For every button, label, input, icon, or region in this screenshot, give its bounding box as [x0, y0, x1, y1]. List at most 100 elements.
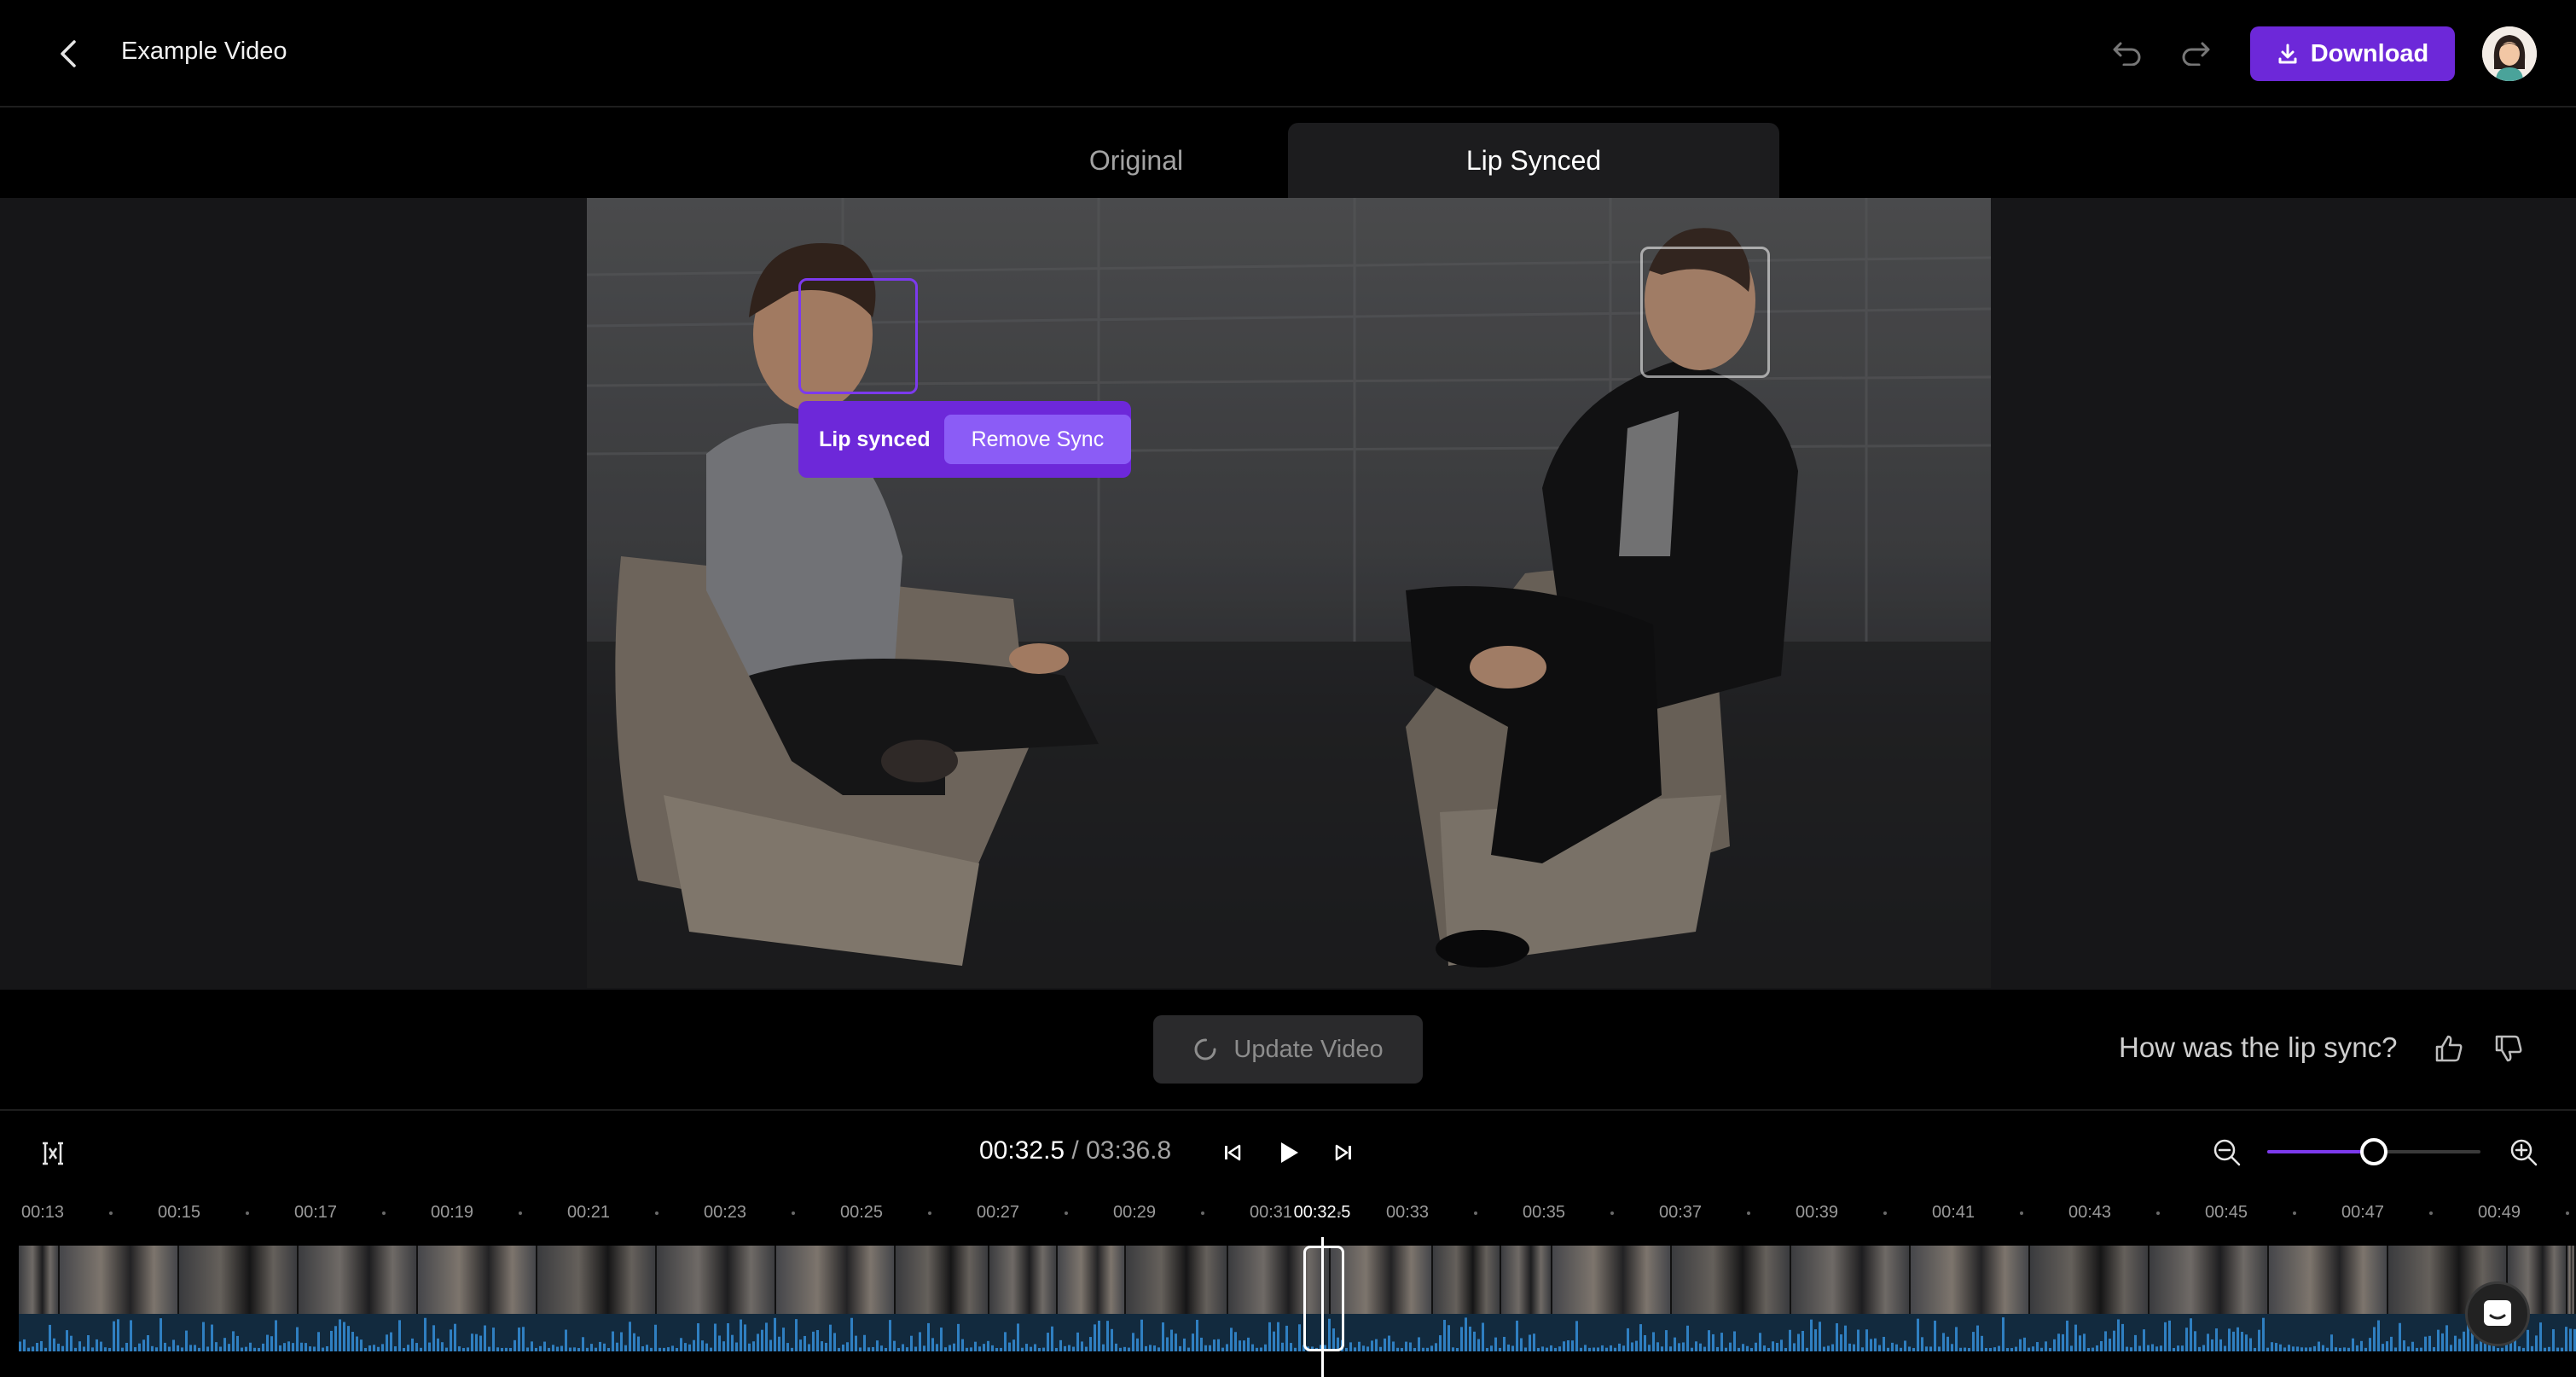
- waveform-bar: [2275, 1343, 2277, 1351]
- avatar[interactable]: [2482, 26, 2537, 81]
- split-clip-button[interactable]: [34, 1135, 72, 1172]
- waveform-bar: [944, 1347, 947, 1351]
- waveform-bar: [569, 1347, 571, 1351]
- waveform-bar: [1200, 1337, 1203, 1351]
- waveform-bar: [211, 1324, 213, 1351]
- remove-sync-button[interactable]: Remove Sync: [943, 415, 1132, 464]
- waveform-bar: [599, 1341, 601, 1351]
- waveform-bar: [283, 1343, 286, 1351]
- tick-dot: [792, 1211, 795, 1215]
- waveform-bar: [1230, 1328, 1233, 1351]
- download-button[interactable]: Download: [2250, 26, 2455, 81]
- waveform-bar: [2177, 1345, 2179, 1351]
- waveform-bar: [957, 1323, 960, 1351]
- tab-lip-synced[interactable]: Lip Synced: [1288, 123, 1779, 198]
- waveform-bar: [2219, 1339, 2222, 1351]
- waveform-bar: [1695, 1341, 1697, 1351]
- waveform-bar: [2552, 1328, 2555, 1351]
- zoom-slider[interactable]: [2267, 1138, 2480, 1165]
- waveform-bar: [650, 1347, 653, 1351]
- waveform-bar: [454, 1323, 456, 1351]
- tab-original[interactable]: Original: [1042, 123, 1230, 198]
- face-box-speaker-1[interactable]: [798, 278, 918, 394]
- tick-label: 00:19: [430, 1203, 474, 1222]
- waveform-bar: [1806, 1347, 1808, 1351]
- waveform-bar: [70, 1335, 73, 1351]
- waveform-bar: [893, 1340, 896, 1351]
- waveform-bar: [1763, 1345, 1766, 1351]
- waveform-bar: [1042, 1347, 1045, 1351]
- update-video-button[interactable]: Update Video: [1153, 1015, 1423, 1084]
- waveform-bar: [1656, 1342, 1659, 1351]
- waveform-bar: [1703, 1346, 1706, 1351]
- skip-forward-icon: [1335, 1144, 1351, 1161]
- undo-icon: [2113, 42, 2141, 66]
- waveform-bar: [2548, 1346, 2550, 1351]
- skip-forward-button[interactable]: [1326, 1135, 1361, 1171]
- waveform-bar: [923, 1345, 925, 1351]
- thumbnail-frame: [60, 1246, 179, 1314]
- waveform-bar: [2074, 1324, 2077, 1351]
- waveform-bar: [2057, 1333, 2060, 1351]
- waveform-bar: [40, 1340, 43, 1351]
- waveform-bar: [1772, 1341, 1774, 1351]
- waveform-bar: [1277, 1322, 1279, 1351]
- waveform-bar: [334, 1326, 337, 1351]
- timeline-track[interactable]: [19, 1246, 2576, 1351]
- undo-button[interactable]: [2107, 34, 2148, 72]
- zoom-slider-handle[interactable]: [2360, 1138, 2387, 1165]
- waveform-bar: [1465, 1317, 1467, 1351]
- waveform-bar: [19, 1341, 21, 1351]
- waveform-bar: [1998, 1345, 2000, 1351]
- redo-button[interactable]: [2175, 34, 2216, 72]
- waveform-bar: [616, 1342, 618, 1351]
- waveform-bar: [300, 1342, 303, 1351]
- face-box-speaker-2[interactable]: [1640, 247, 1770, 378]
- play-button[interactable]: [1269, 1133, 1308, 1172]
- waveform-bar: [718, 1335, 721, 1351]
- waveform-bar: [1644, 1334, 1646, 1351]
- timeline-ruler[interactable]: 00:32.5 00:13 00:15 00:17 00:19 00:21 00:23 00…: [0, 1198, 2576, 1229]
- waveform-bar: [1183, 1338, 1186, 1351]
- thumbs-up-button[interactable]: [2429, 1029, 2469, 1068]
- waveform-bar: [501, 1347, 503, 1351]
- waveform-bar: [1204, 1345, 1207, 1351]
- waveform-bar: [1635, 1340, 1638, 1351]
- waveform-bar: [1840, 1334, 1842, 1351]
- waveform-bar: [415, 1343, 418, 1351]
- waveform-bar: [2343, 1347, 2346, 1351]
- waveform-bar: [782, 1328, 785, 1351]
- waveform-bar: [484, 1325, 486, 1351]
- waveform-bar: [1111, 1328, 1113, 1351]
- waveform-bar: [1217, 1339, 1220, 1351]
- waveform-bar: [727, 1322, 729, 1351]
- waveform-bar: [710, 1347, 712, 1351]
- support-chat-button[interactable]: [2465, 1281, 2530, 1346]
- waveform-bar: [96, 1339, 98, 1351]
- waveform-bar: [914, 1346, 917, 1351]
- waveform-bar: [744, 1324, 746, 1351]
- skip-back-button[interactable]: [1215, 1135, 1250, 1171]
- waveform-bar: [1550, 1345, 1552, 1351]
- waveform-bar: [2190, 1318, 2192, 1351]
- zoom-in-button[interactable]: [2506, 1135, 2542, 1171]
- waveform-bar: [2403, 1340, 2405, 1351]
- thumbs-down-button[interactable]: [2489, 1029, 2528, 1068]
- waveform-bar: [1588, 1347, 1591, 1351]
- waveform-bar: [2100, 1340, 2103, 1351]
- waveform-bar: [2049, 1347, 2051, 1351]
- tick-dot: [1337, 1211, 1341, 1215]
- waveform-bar: [1448, 1325, 1450, 1351]
- waveform-bar: [697, 1323, 699, 1351]
- waveform-bar: [1686, 1325, 1689, 1351]
- waveform-bar: [688, 1344, 691, 1351]
- zoom-out-button[interactable]: [2209, 1135, 2245, 1171]
- current-time: 00:32.5: [979, 1136, 1065, 1165]
- thumbnail-frame: [2030, 1246, 2150, 1314]
- waveform-bar: [1968, 1347, 1970, 1351]
- back-button[interactable]: [51, 32, 85, 75]
- waveform-bar: [496, 1347, 499, 1351]
- waveform-bar: [1243, 1340, 1245, 1351]
- waveform-bar: [910, 1335, 913, 1351]
- video-preview[interactable]: Lip synced Remove Sync: [587, 198, 1991, 988]
